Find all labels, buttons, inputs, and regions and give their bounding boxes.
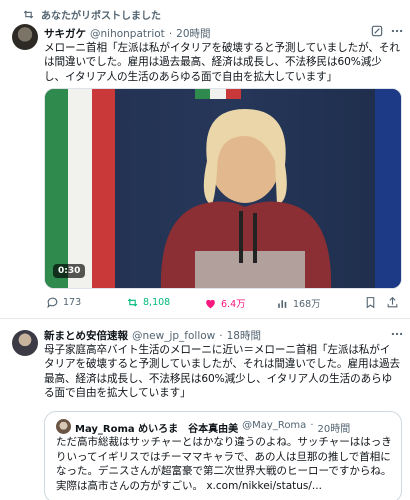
author-name[interactable]: サキガケ xyxy=(44,26,86,41)
tweet-header: 新まとめ安倍速報 @new_jp_follow · 18時間 xyxy=(44,328,261,343)
video-player[interactable]: 0:30 xyxy=(44,88,402,289)
tweet-actions: 173 8,108 6.4万 168万 xyxy=(44,296,402,310)
quote-timestamp: 20時間 xyxy=(317,424,351,435)
more-icon[interactable] xyxy=(390,327,404,341)
repost-count: 8,108 xyxy=(143,297,171,308)
repost-button[interactable]: 8,108 xyxy=(126,296,170,309)
more-icon[interactable] xyxy=(390,24,404,38)
timestamp[interactable]: 20時間 xyxy=(176,26,210,41)
like-count: 6.4万 xyxy=(221,299,246,310)
views-icon xyxy=(278,299,287,308)
repost-icon xyxy=(127,298,138,307)
avatar[interactable] xyxy=(12,330,38,356)
italian-flag-top xyxy=(195,89,241,99)
quote-tweet[interactable]: May_Roma めいろま 谷本真由美 @May_Roma · 20時間 ただ高… xyxy=(44,411,402,500)
quote-author-name: May_Roma めいろま 谷本真由美 xyxy=(75,424,239,435)
tweet-text: 母子家庭高卒バイト生活のメローニに近い＝メローニ首相「左派は私がイタリアを破壊す… xyxy=(44,344,400,399)
timestamp[interactable]: 18時間 xyxy=(227,328,261,343)
view-count: 168万 xyxy=(293,299,321,310)
reply-icon xyxy=(47,297,58,309)
author-handle[interactable]: @new_jp_follow xyxy=(132,330,215,342)
views-button[interactable]: 168万 xyxy=(276,296,321,310)
quote-text: ただ高市総裁はサッチャーとはかなり違うのよね。サッチャーははっきりいってイギリス… xyxy=(56,435,396,493)
author-name[interactable]: 新まとめ安倍速報 xyxy=(44,328,128,343)
italian-flag-left xyxy=(45,89,115,288)
speaker-figure xyxy=(160,109,332,288)
heart-icon xyxy=(206,299,215,308)
tweet-text: メローニ首相「左派は私がイタリアを破壊すると予測していましたが、それは間違いでし… xyxy=(44,42,400,83)
eu-flag-right xyxy=(375,89,401,288)
avatar[interactable] xyxy=(12,24,38,50)
tweet-1[interactable]: あなたがリポストしました サキガケ @nihonpatriot · 20時間 メ… xyxy=(0,0,410,318)
reply-button[interactable]: 173 xyxy=(46,296,81,309)
bookmark-icon[interactable] xyxy=(364,296,377,309)
tweet-header: サキガケ @nihonpatriot · 20時間 xyxy=(44,26,211,41)
author-handle[interactable]: @nihonpatriot xyxy=(90,28,165,40)
repost-indicator: あなたがリポストしました xyxy=(22,7,161,22)
reply-count: 173 xyxy=(63,297,82,308)
quote-header: May_Roma めいろま 谷本真由美 @May_Roma · 20時間 xyxy=(75,420,350,435)
share-icon[interactable] xyxy=(386,296,399,309)
repost-label: あなたがリポストしました xyxy=(41,10,161,22)
repost-icon xyxy=(23,9,34,19)
separator-dot: · xyxy=(219,329,223,342)
separator-dot: · xyxy=(310,420,314,431)
grok-icon[interactable] xyxy=(370,24,384,38)
quote-avatar xyxy=(56,419,71,434)
tweet-2[interactable]: 新まとめ安倍速報 @new_jp_follow · 18時間 母子家庭高卒バイト… xyxy=(0,319,410,500)
quote-author-handle: @May_Roma xyxy=(242,420,307,431)
quote-link[interactable]: x.com/nikkei/status/... xyxy=(206,480,322,492)
separator-dot: · xyxy=(168,27,173,40)
like-button[interactable]: 6.4万 xyxy=(204,296,246,310)
video-duration: 0:30 xyxy=(53,264,86,278)
